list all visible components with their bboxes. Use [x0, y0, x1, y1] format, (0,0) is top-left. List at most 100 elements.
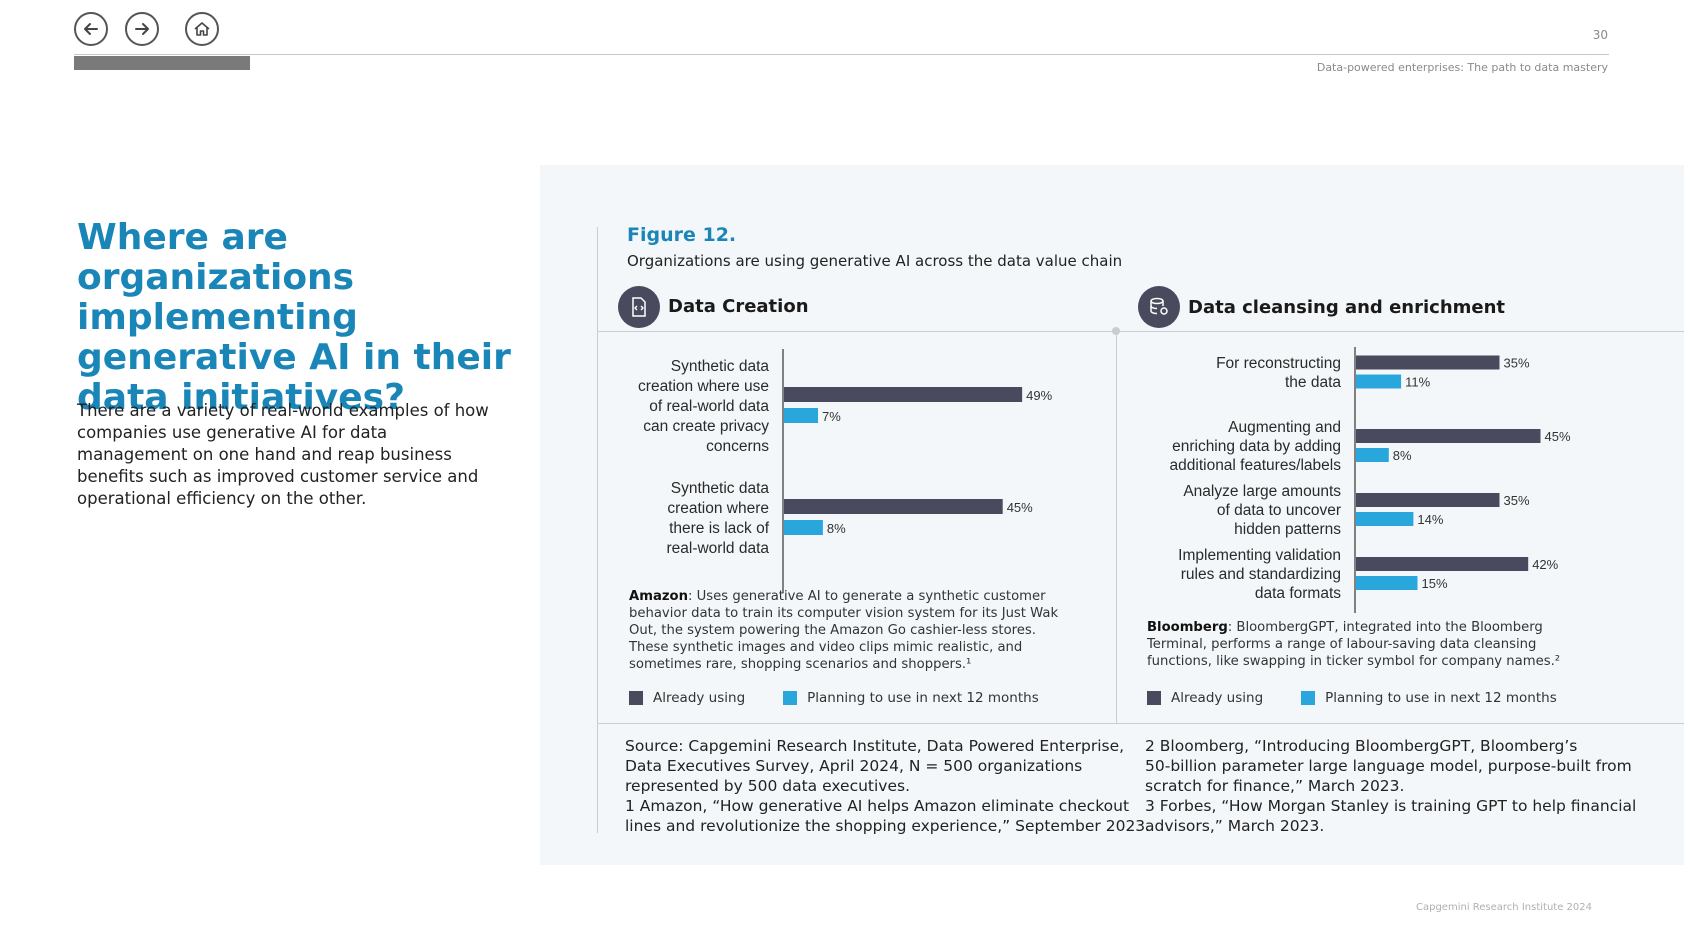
- legend-label-already: Already using: [653, 690, 746, 706]
- bloomberg-line: Terminal, performs a range of labour-sav…: [1147, 637, 1537, 652]
- legend-label-planning: Planning to use in next 12 months: [807, 690, 1039, 706]
- data-creation-chart: Synthetic data creation where use of real-…: [638, 349, 1053, 593]
- category-label: data formats: [1255, 585, 1341, 602]
- category-label: there is lack of: [669, 520, 770, 537]
- bloomberg-line: functions, like swapping in ticker symbo…: [1147, 654, 1561, 669]
- bar: [784, 499, 1003, 514]
- amazon-line: Out, the system powering the Amazon Go c…: [629, 623, 1036, 638]
- bar: [1356, 374, 1402, 389]
- divider-dot: [1112, 327, 1120, 335]
- amazon-line: behavior data to train its computer visi…: [629, 606, 1059, 621]
- source-left: Source: Capgemini Research Institute, Da…: [625, 736, 1150, 836]
- progress-bar: [74, 56, 250, 70]
- bar: [784, 520, 823, 535]
- arrow-right-icon: [135, 23, 149, 35]
- category-label: Augmenting and: [1228, 419, 1341, 436]
- page-number: 30: [1592, 28, 1608, 42]
- bloomberg-line: : BloombergGPT, integrated into the Bloo…: [1227, 620, 1543, 635]
- category-label: enriching data by adding: [1172, 438, 1341, 455]
- data-label: 42%: [1532, 557, 1558, 572]
- amazon-line: : Uses generative AI to generate a synth…: [687, 589, 1046, 604]
- bloomberg-label: Bloomberg: [1147, 620, 1228, 635]
- figure-subtitle: Organizations are using generative AI ac…: [627, 252, 1123, 270]
- bar: [784, 387, 1023, 402]
- source-rule: [597, 723, 1684, 724]
- legend-swatch-planning: [783, 691, 798, 705]
- category-label: Implementing validation: [1178, 547, 1341, 564]
- bloomberg-note: Bloomberg: BloombergGPT, integrated into…: [1147, 619, 1560, 670]
- source-line: scratch for finance,” March 2023.: [1145, 777, 1405, 795]
- data-label: 8%: [827, 521, 846, 536]
- data-cleansing-chart: For reconstructing the data 35% 11% Augmenti…: [1170, 347, 1571, 613]
- category-label: of data to uncover: [1217, 502, 1341, 519]
- figure-label: Figure 12.: [627, 224, 737, 246]
- bar: [784, 408, 819, 423]
- source-line: 1 Amazon, “How generative AI helps Amazo…: [625, 797, 1130, 815]
- amazon-line: sometimes rare, shopping scenarios and s…: [629, 657, 972, 672]
- header-rule: [74, 54, 1609, 55]
- database-icon: [1138, 286, 1180, 328]
- amazon-line: These synthetic images and video clips m…: [629, 640, 1023, 655]
- home-icon: [194, 22, 210, 36]
- data-label: 49%: [1026, 388, 1052, 403]
- bar: [1356, 512, 1414, 526]
- document-title: Data-powered enterprises: The path to da…: [1316, 61, 1608, 74]
- page-title: Where are organizations implementing gen…: [77, 217, 511, 418]
- data-label: 15%: [1422, 576, 1448, 591]
- source-line: 2 Bloomberg, “Introducing BloombergGPT, …: [1145, 737, 1578, 755]
- bar: [1356, 576, 1418, 590]
- source-line: 3 Forbes, “How Morgan Stanley is trainin…: [1145, 797, 1637, 815]
- data-label: 45%: [1545, 429, 1571, 444]
- category-label: For reconstructing: [1216, 355, 1341, 372]
- back-button[interactable]: [74, 12, 108, 46]
- data-label: 35%: [1504, 356, 1530, 371]
- code-file-icon: [618, 286, 660, 328]
- legend-left: Already using Planning to use in next 12…: [629, 690, 1039, 706]
- amazon-note: Amazon: Uses generative AI to generate a…: [629, 588, 1058, 673]
- source-line: represented by 500 data executives.: [625, 777, 911, 795]
- bar: [1356, 355, 1500, 370]
- bar: [1356, 557, 1529, 571]
- legend-swatch-already: [1147, 691, 1161, 705]
- legend-label-planning: Planning to use in next 12 months: [1325, 690, 1557, 706]
- section-header-rule: [597, 331, 1684, 332]
- category-label: concerns: [706, 438, 769, 455]
- amazon-label: Amazon: [629, 589, 688, 604]
- category-label: can create privacy: [643, 418, 769, 435]
- arrow-left-icon: [84, 23, 98, 35]
- home-button[interactable]: [185, 12, 219, 46]
- category-label: real-world data: [666, 540, 769, 557]
- source-line: Source: Capgemini Research Institute, Da…: [625, 737, 1125, 755]
- data-cleansing-title: Data cleansing and enrichment: [1188, 297, 1506, 318]
- legend-swatch-already: [629, 691, 643, 705]
- category-label: hidden patterns: [1234, 521, 1341, 538]
- category-label: the data: [1285, 374, 1341, 391]
- intro-paragraph: There are a variety of real-world exampl…: [77, 401, 489, 508]
- category-label: additional features/labels: [1170, 457, 1342, 474]
- data-label: 35%: [1504, 493, 1530, 508]
- data-label: 45%: [1007, 500, 1033, 515]
- data-label: 11%: [1405, 375, 1430, 390]
- category-label: of real-world data: [649, 398, 769, 415]
- data-label: 8%: [1393, 448, 1412, 463]
- source-line: Data Executives Survey, April 2024, N = …: [625, 757, 1083, 775]
- source-line: advisors,” March 2023.: [1145, 817, 1325, 835]
- category-label: rules and standardizing: [1181, 566, 1341, 583]
- forward-button[interactable]: [125, 12, 159, 46]
- data-label: 7%: [822, 409, 841, 424]
- bar: [1356, 429, 1541, 443]
- data-label: 14%: [1417, 512, 1443, 527]
- source-right: 2 Bloomberg, “Introducing BloombergGPT, …: [1145, 736, 1636, 836]
- category-label: creation where use: [638, 378, 769, 395]
- legend-swatch-planning: [1301, 691, 1316, 705]
- legend-right: Already using Planning to use in next 12…: [1147, 690, 1557, 706]
- source-line: lines and revolutionize the shopping exp…: [625, 817, 1151, 835]
- category-label: Synthetic data: [671, 358, 770, 375]
- category-label: Analyze large amounts: [1183, 483, 1341, 500]
- data-creation-title: Data Creation: [668, 296, 809, 317]
- bar: [1356, 493, 1500, 507]
- legend-label-already: Already using: [1171, 690, 1264, 706]
- footer-text: Capgemini Research Institute 2024: [1416, 902, 1592, 913]
- category-label: creation where: [667, 500, 769, 517]
- source-line: 50-billion parameter large language mode…: [1145, 757, 1632, 775]
